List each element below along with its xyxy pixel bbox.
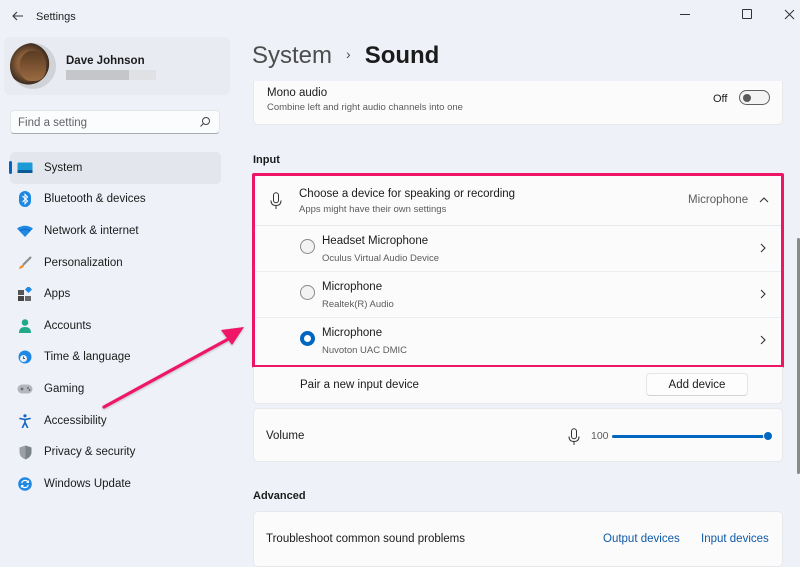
input-device-group: Choose a device for speaking or recordin…	[253, 176, 783, 366]
apps-icon	[17, 286, 33, 302]
close-icon	[784, 9, 794, 19]
person-icon	[17, 318, 33, 334]
gamepad-icon	[17, 381, 33, 397]
microphone-icon[interactable]	[568, 428, 580, 446]
volume-value: 100	[591, 430, 609, 442]
sidebar-item-system[interactable]: System	[9, 152, 221, 184]
search-input[interactable]	[18, 115, 188, 130]
chevron-right-icon[interactable]	[758, 334, 768, 346]
profile-name: Dave Johnson	[66, 55, 145, 67]
device-name: Microphone	[322, 327, 383, 339]
troubleshoot-setting: Troubleshoot common sound problems Outpu…	[253, 511, 783, 567]
sidebar-item-gaming[interactable]: Gaming	[10, 373, 221, 405]
sidebar-item-accessibility[interactable]: Accessibility	[10, 405, 221, 437]
device-radio[interactable]	[300, 239, 315, 254]
slider-thumb[interactable]	[763, 431, 773, 441]
back-button[interactable]	[6, 5, 30, 27]
sidebar-item-network[interactable]: Network & internet	[10, 215, 221, 247]
device-description: Oculus Virtual Audio Device	[322, 253, 440, 264]
troubleshoot-label: Troubleshoot common sound problems	[266, 533, 466, 545]
device-option[interactable]: Microphone Realtek(R) Audio	[253, 272, 783, 318]
microphone-icon	[270, 192, 282, 209]
input-devices-link[interactable]: Input devices	[701, 533, 769, 545]
chevron-right-icon: ›	[346, 46, 351, 62]
shield-icon	[17, 444, 33, 460]
avatar	[10, 43, 56, 89]
title-bar: Settings	[0, 0, 800, 34]
mono-audio-subtitle: Combine left and right audio channels in…	[267, 102, 463, 113]
accessibility-icon	[17, 413, 33, 429]
minimize-icon	[680, 13, 690, 15]
monitor-icon	[17, 160, 33, 176]
sidebar-item-accounts[interactable]: Accounts	[10, 310, 221, 342]
globe-clock-icon	[17, 349, 33, 365]
mono-audio-toggle[interactable]	[739, 90, 770, 105]
user-profile[interactable]: Dave Johnson	[4, 37, 230, 95]
device-option[interactable]: Headset Microphone Oculus Virtual Audio …	[253, 226, 783, 272]
device-name: Microphone	[322, 281, 383, 293]
volume-slider[interactable]	[612, 430, 773, 442]
mono-audio-setting: Mono audio Combine left and right audio …	[253, 81, 783, 125]
page-title: Sound	[364, 42, 440, 69]
device-name: Headset Microphone	[322, 235, 429, 247]
chooser-title: Choose a device for speaking or recordin…	[299, 188, 516, 200]
device-radio[interactable]	[300, 285, 315, 300]
sidebar-item-privacy-security[interactable]: Privacy & security	[10, 436, 221, 468]
search-icon[interactable]	[199, 116, 211, 128]
mono-audio-title: Mono audio	[267, 87, 328, 99]
advanced-heading: Advanced	[253, 490, 306, 502]
profile-email-redacted	[66, 70, 156, 80]
sidebar-item-personalization[interactable]: Personalization	[10, 247, 221, 279]
update-icon	[17, 476, 33, 492]
arrow-left-icon	[12, 11, 23, 21]
wifi-icon	[17, 223, 33, 239]
device-radio-checked[interactable]	[300, 331, 315, 346]
app-title: Settings	[36, 11, 76, 23]
maximize-icon	[742, 9, 752, 19]
device-option-selected[interactable]: Microphone Nuvoton UAC DMIC	[253, 318, 783, 364]
slider-fill	[612, 435, 768, 438]
search-box[interactable]	[10, 110, 220, 134]
chevron-right-icon[interactable]	[758, 242, 768, 254]
pair-label: Pair a new input device	[300, 379, 419, 391]
sidebar-item-time-language[interactable]: Time & language	[10, 342, 221, 374]
mono-audio-state: Off	[713, 93, 728, 105]
pair-input-device: Pair a new input device Add device	[253, 367, 783, 404]
volume-label: Volume	[266, 430, 305, 442]
sidebar-nav: System Bluetooth & devices Network & int…	[9, 152, 221, 500]
chevron-right-icon[interactable]	[758, 288, 768, 300]
add-device-button[interactable]: Add device	[646, 373, 748, 396]
chevron-up-icon[interactable]	[758, 194, 770, 206]
maximize-button[interactable]	[724, 0, 770, 28]
sidebar-item-bluetooth[interactable]: Bluetooth & devices	[10, 184, 221, 216]
input-volume-setting: Volume 100	[253, 408, 783, 462]
device-description: Realtek(R) Audio	[322, 299, 394, 310]
close-button[interactable]	[766, 0, 800, 28]
brush-icon	[17, 255, 33, 271]
sidebar-item-apps[interactable]: Apps	[10, 278, 221, 310]
device-description: Nuvoton UAC DMIC	[322, 345, 407, 356]
chooser-subtitle: Apps might have their own settings	[299, 204, 447, 215]
chooser-selected-value: Microphone	[688, 194, 749, 206]
sidebar-item-windows-update[interactable]: Windows Update	[10, 468, 221, 500]
toggle-knob	[743, 93, 751, 102]
input-heading: Input	[253, 154, 280, 166]
breadcrumb: System › Sound	[252, 42, 439, 70]
output-devices-link[interactable]: Output devices	[603, 533, 680, 545]
input-device-chooser[interactable]: Choose a device for speaking or recordin…	[253, 176, 783, 226]
bluetooth-icon	[17, 191, 33, 208]
minimize-button[interactable]	[662, 0, 708, 28]
breadcrumb-parent[interactable]: System	[252, 42, 332, 70]
